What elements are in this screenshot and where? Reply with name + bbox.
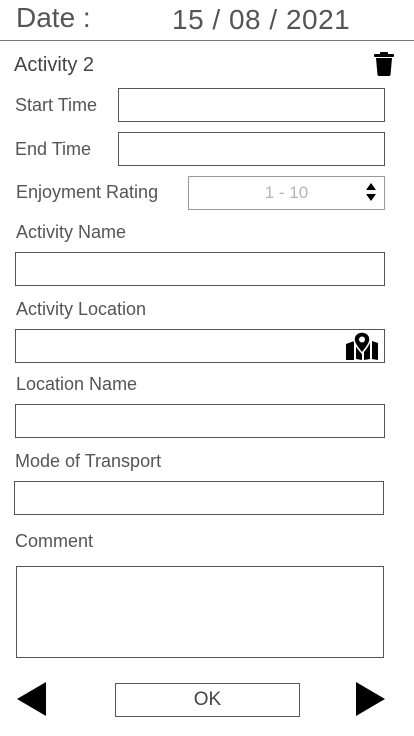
trash-icon: [374, 52, 394, 76]
updown-arrows-icon: [366, 183, 376, 201]
end-time-input[interactable]: [118, 132, 385, 166]
mode-of-transport-input[interactable]: [14, 481, 384, 515]
comment-textarea[interactable]: [16, 566, 384, 658]
ok-button[interactable]: OK: [115, 683, 300, 717]
map-pin-icon[interactable]: [346, 332, 378, 360]
activity-name-input[interactable]: [15, 252, 385, 286]
date-label: Date :: [16, 2, 91, 33]
comment-label: Comment: [15, 531, 94, 551]
enjoyment-rating-value: 1 - 10: [264, 183, 309, 202]
location-name-label: Location Name: [16, 374, 138, 394]
start-time-input[interactable]: [118, 88, 385, 122]
location-name-input[interactable]: [15, 404, 385, 438]
date-value[interactable]: 15 / 08 / 2021: [172, 4, 350, 36]
triangle-right-icon: [356, 682, 385, 716]
activity-location-label: Activity Location: [16, 299, 147, 319]
activity-title: Activity 2: [14, 54, 95, 76]
start-time-label: Start Time: [15, 95, 98, 115]
end-time-label: End Time: [15, 139, 92, 159]
enjoyment-rating-label: Enjoyment Rating: [16, 182, 159, 202]
mode-of-transport-label: Mode of Transport: [15, 451, 162, 471]
next-button[interactable]: [355, 682, 385, 716]
activity-location-field[interactable]: [15, 329, 385, 363]
header-divider: [0, 40, 414, 41]
enjoyment-rating-select[interactable]: 1 - 10: [188, 176, 385, 210]
triangle-left-icon: [17, 682, 46, 716]
delete-activity-button[interactable]: [374, 52, 394, 76]
activity-name-label: Activity Name: [16, 222, 127, 242]
previous-button[interactable]: [17, 682, 47, 716]
